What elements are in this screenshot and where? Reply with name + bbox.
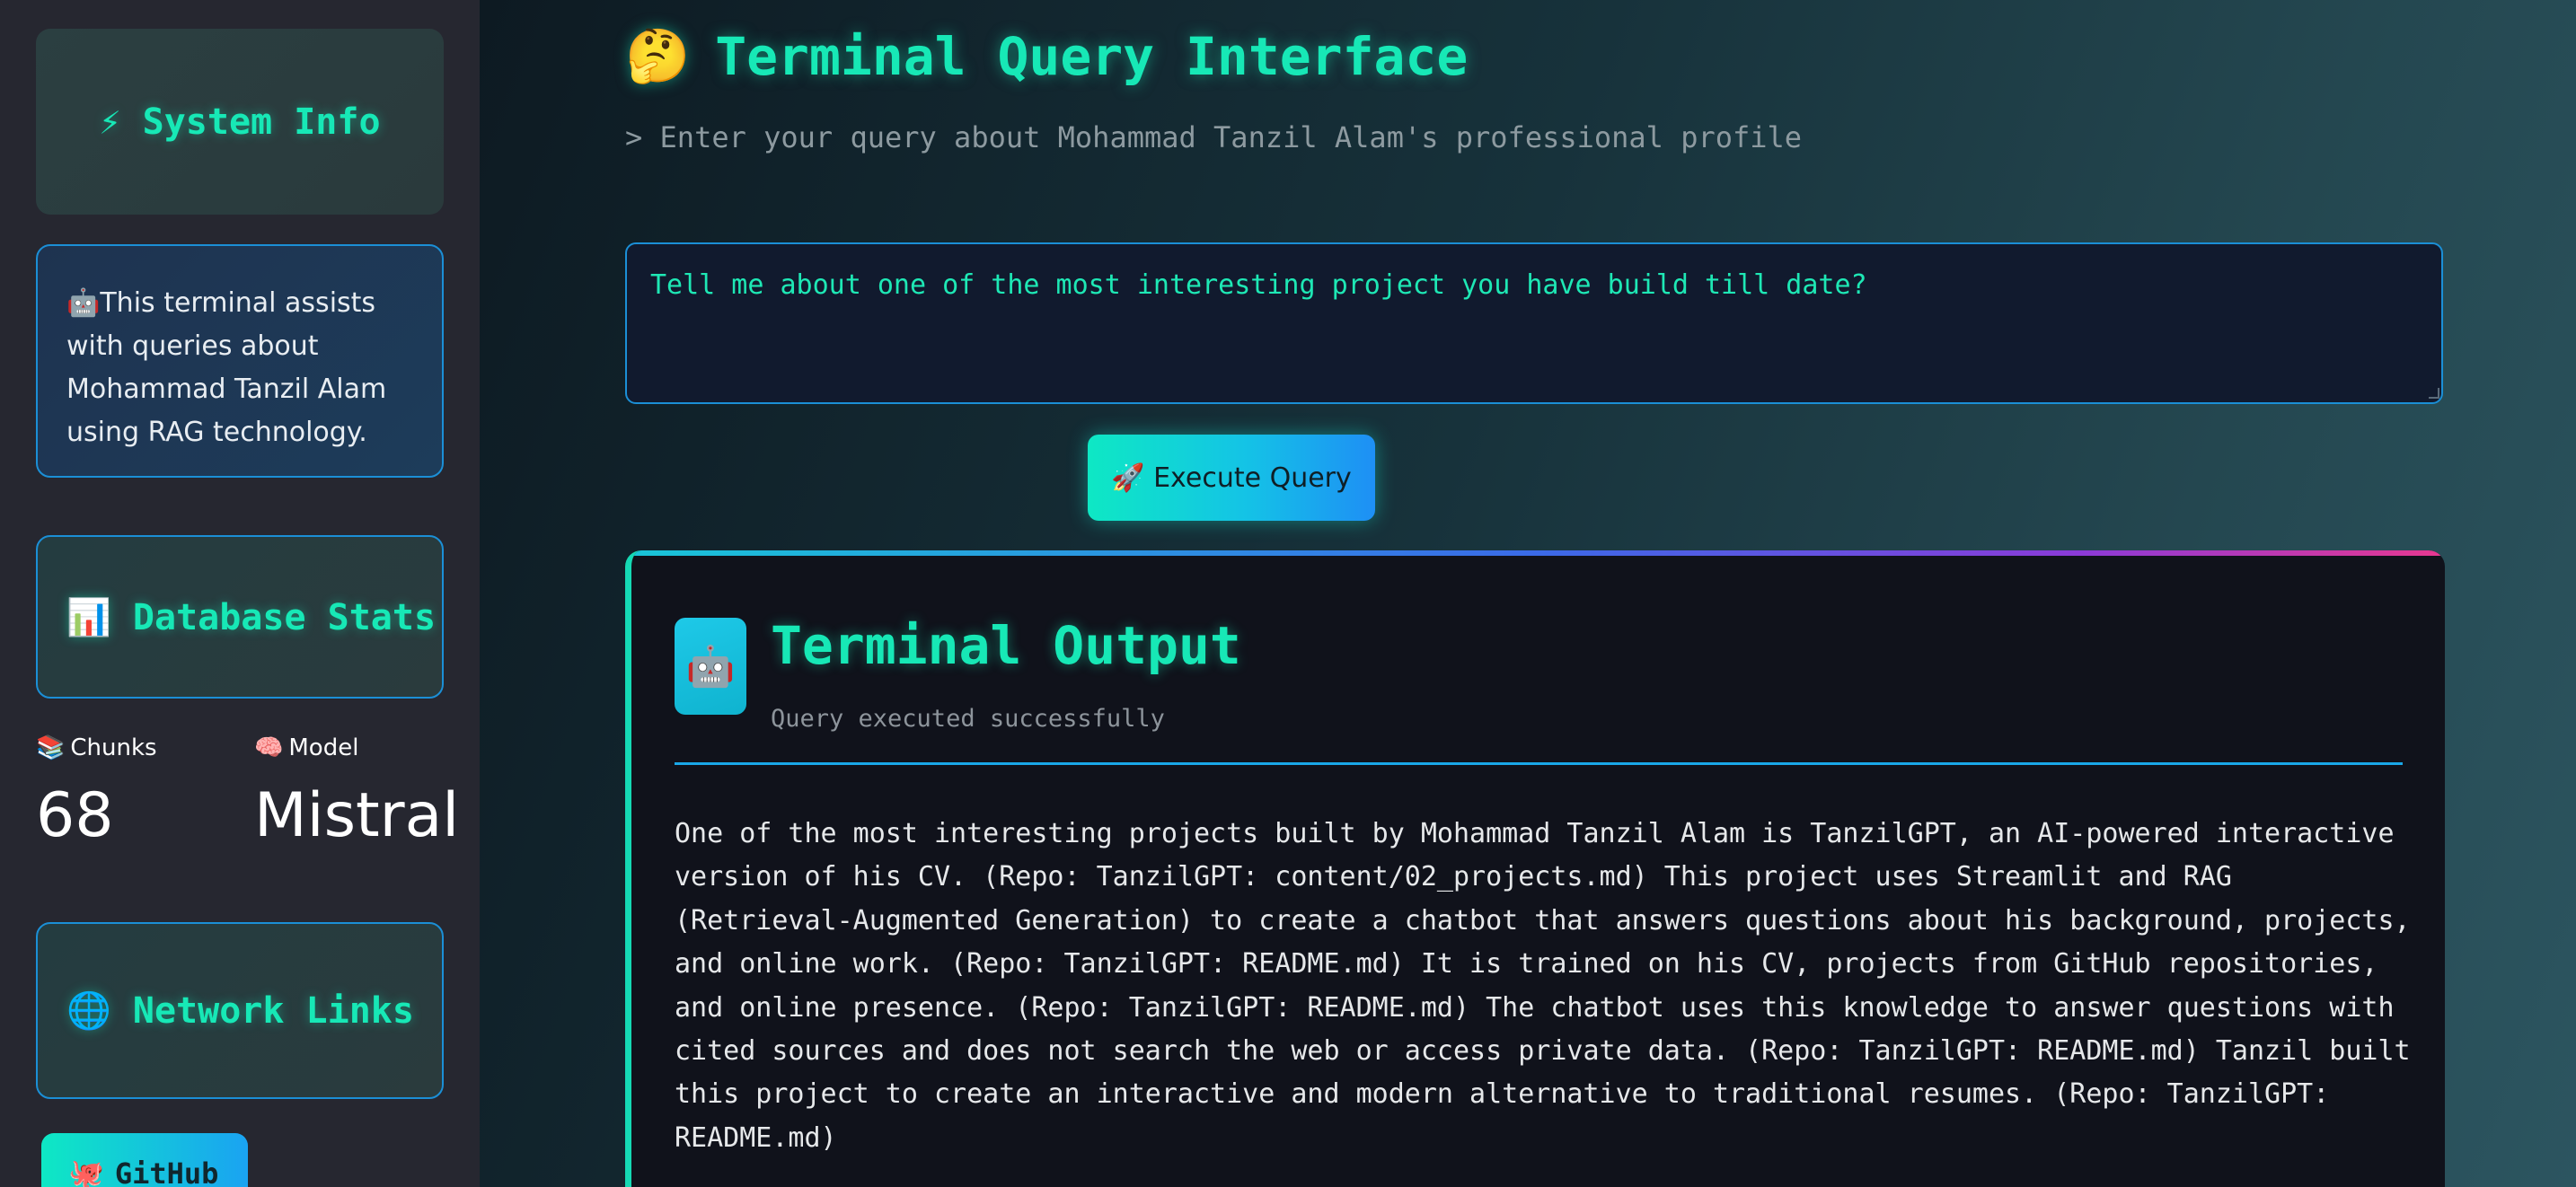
output-text: One of the most interesting projects bui… (675, 818, 2411, 1154)
page-title: 🤔 Terminal Query Interface (625, 25, 1468, 87)
metric-label: Model (288, 734, 359, 761)
metric-value: Mistral (254, 780, 460, 851)
divider (675, 762, 2403, 765)
network-links-title: 🌐 Network Links (66, 990, 414, 1032)
robot-icon: 🤖 (675, 618, 746, 715)
execute-query-button[interactable]: 🚀 Execute Query (1088, 435, 1375, 521)
system-info-title: ⚡ System Info (99, 101, 381, 143)
octopus-icon: 🐙 (68, 1156, 104, 1187)
terminal-output-panel: 🤖 Terminal Output Query executed success… (625, 550, 2445, 1187)
metric-label: Chunks (70, 734, 157, 761)
resize-grip-icon[interactable] (2429, 388, 2439, 399)
sidebar: ⚡ System Info 🤖This terminal assists wit… (0, 0, 480, 1187)
output-title: Terminal Output (771, 615, 1241, 676)
network-links-card: 🌐 Network Links (36, 922, 444, 1099)
thinking-face-icon: 🤔 (625, 25, 691, 86)
info-card: 🤖This terminal assists with queries abou… (36, 244, 444, 478)
query-input[interactable]: Tell me about one of the most interestin… (625, 242, 2443, 404)
main-area: 🤔 Terminal Query Interface > Enter your … (480, 0, 2576, 1187)
metric-model: 🧠 Model Mistral (254, 732, 459, 850)
page-subtitle: > Enter your query about Mohammad Tanzil… (625, 120, 1803, 154)
page-title-text: Terminal Query Interface (715, 25, 1469, 87)
database-stats-title: 📊 Database Stats (66, 596, 437, 638)
books-icon: 📚 (36, 734, 66, 761)
github-button[interactable]: 🐙 GitHub (41, 1133, 248, 1187)
metric-value: 68 (36, 780, 114, 851)
brain-icon: 🧠 (254, 734, 284, 761)
github-label: GitHub (114, 1156, 219, 1187)
database-stats-card: 📊 Database Stats (36, 535, 444, 699)
info-text: 🤖This terminal assists with queries abou… (66, 287, 387, 448)
gradient-border (631, 550, 2445, 556)
system-info-card: ⚡ System Info (36, 29, 444, 215)
metric-chunks: 📚 Chunks 68 (36, 732, 157, 850)
output-status: Query executed successfully (771, 705, 1165, 733)
